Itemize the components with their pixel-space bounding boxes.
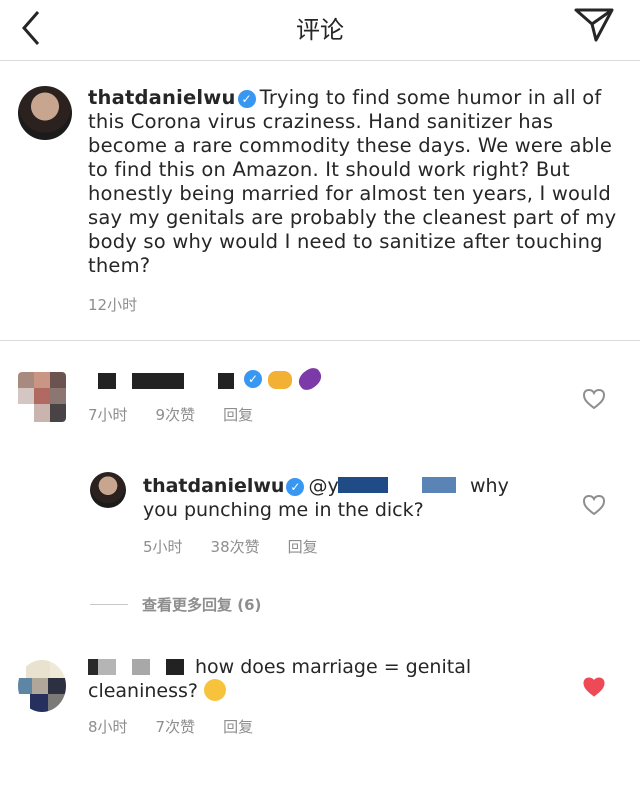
avatar[interactable]: [90, 472, 126, 508]
divider: [0, 340, 640, 341]
liked-heart-icon[interactable]: [582, 676, 606, 698]
like-heart-icon[interactable]: [582, 494, 606, 516]
caption-username[interactable]: thatdanielwu: [88, 86, 236, 109]
redacted-username: [218, 373, 234, 389]
punch-emoji-icon: [268, 371, 292, 389]
redacted-username: [98, 659, 116, 675]
comment-meta: 5小时 38次赞 回复: [143, 538, 318, 556]
redacted-mention: [338, 477, 388, 493]
redacted-username: [166, 659, 184, 675]
avatar[interactable]: [18, 660, 66, 712]
reply-button[interactable]: 回复: [288, 538, 318, 556]
comment-text: how does marriage = genital: [195, 656, 472, 678]
redacted-username: [132, 373, 184, 389]
smirk-emoji-icon: [204, 679, 227, 701]
page-title: 评论: [296, 16, 344, 44]
reply-text-end: why: [470, 475, 509, 497]
reply-button[interactable]: 回复: [223, 406, 253, 424]
reply-button[interactable]: 回复: [223, 718, 253, 736]
top-bar: 评论: [0, 0, 640, 61]
verified-badge-icon: ✓: [237, 90, 256, 108]
verified-badge-icon: ✓: [286, 478, 305, 496]
post-caption: thatdanielwu ✓ Trying to find some humor i…: [88, 86, 618, 278]
redacted-username: [88, 659, 98, 675]
mention[interactable]: @y: [308, 475, 338, 497]
send-icon[interactable]: [572, 4, 616, 44]
post-time: 12小时: [88, 296, 138, 314]
comment-text-line2: cleaniness?: [88, 679, 227, 703]
caption-text: Trying to find some humor in all of this…: [88, 86, 617, 277]
view-more-replies[interactable]: 查看更多回复 (6): [90, 594, 261, 615]
redacted-username: [132, 659, 150, 675]
reply-username[interactable]: thatdanielwu: [143, 475, 284, 497]
reply-text: you punching me in the dick?: [143, 499, 424, 521]
avatar[interactable]: [18, 86, 72, 140]
comment-meta: 7小时 9次赞 回复: [88, 406, 254, 424]
like-heart-icon[interactable]: [582, 388, 606, 410]
redacted-username: [98, 373, 116, 389]
redacted-mention: [422, 477, 456, 493]
verified-badge-icon: ✓: [244, 370, 262, 388]
comment-meta: 8小时 7次赞 回复: [88, 718, 254, 736]
avatar[interactable]: [18, 372, 66, 422]
eggplant-emoji-icon: [295, 364, 325, 394]
